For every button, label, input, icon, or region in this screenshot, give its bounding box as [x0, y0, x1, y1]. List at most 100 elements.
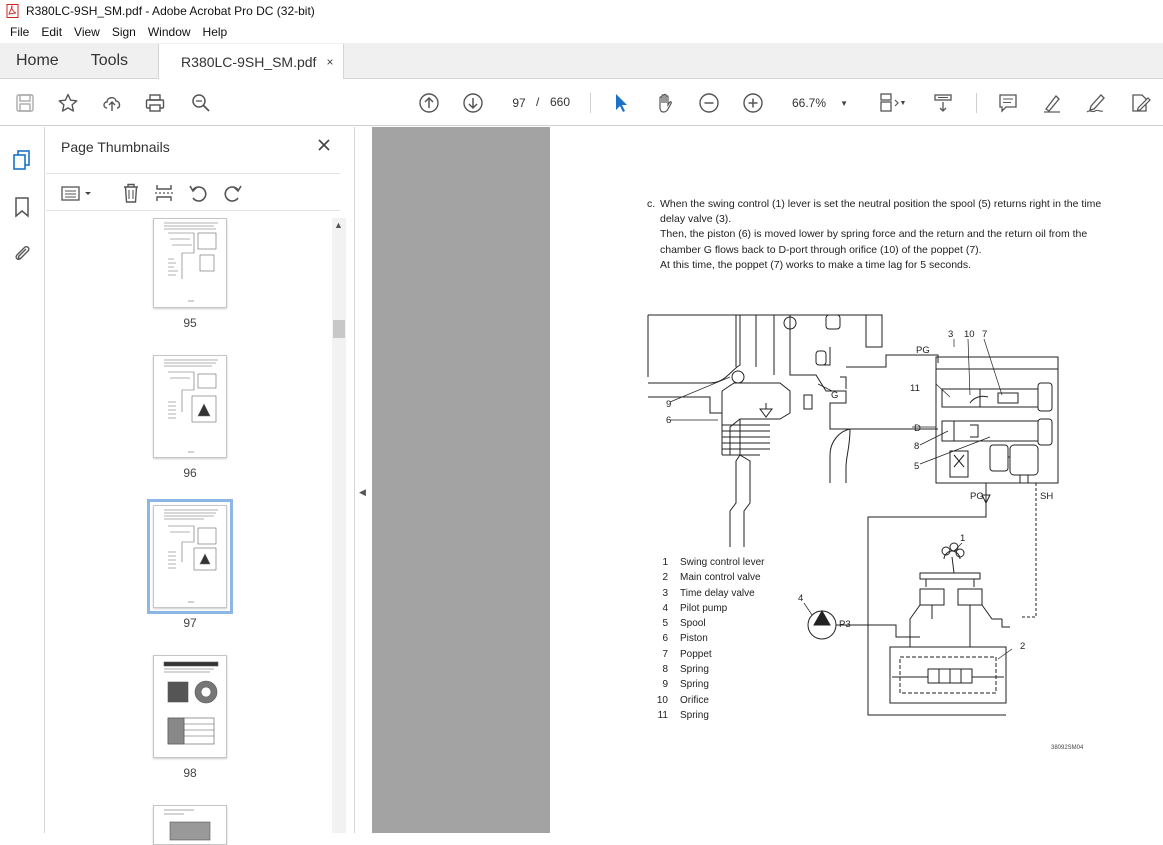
label-d: D: [914, 423, 921, 434]
hand-tool-icon[interactable]: [653, 91, 677, 115]
highlight-pen-icon[interactable]: [1040, 91, 1064, 115]
attachments-icon[interactable]: [11, 242, 33, 264]
paragraph-line: Then, the piston (6) is moved lower by s…: [660, 228, 1088, 240]
menu-sign[interactable]: Sign: [106, 25, 142, 39]
legend-item: 5 Spool: [662, 618, 706, 629]
bookmarks-icon[interactable]: [11, 196, 33, 218]
zoom-level-dropdown[interactable]: 66.7% ▼: [783, 91, 855, 115]
legend-item: 1 Swing control lever: [662, 557, 765, 568]
menu-bar: File Edit View Sign Window Help: [0, 22, 1163, 42]
legend-item: 2 Main control valve: [662, 572, 761, 583]
menu-help[interactable]: Help: [197, 25, 234, 39]
sign-pen-icon[interactable]: [1084, 91, 1108, 115]
fit-page-chevron-icon[interactable]: ▼: [898, 91, 908, 115]
window-title: R380LC-9SH_SM.pdf - Adobe Acrobat Pro DC…: [26, 4, 315, 18]
tab-document-label: R380LC-9SH_SM.pdf: [181, 53, 317, 70]
label-11: 11: [910, 383, 920, 394]
paragraph-line: chamber G flows back to D-port through o…: [660, 244, 982, 256]
rotate-right-icon[interactable]: [222, 182, 244, 204]
next-page-icon[interactable]: [461, 91, 485, 115]
collapse-panel-icon[interactable]: ◀: [359, 487, 366, 498]
label-pg-top: PG: [916, 345, 930, 356]
paragraph-line: When the swing control (1) lever is set …: [660, 198, 1102, 210]
page-thumbnail-98[interactable]: [153, 655, 227, 758]
title-bar: R380LC-9SH_SM.pdf - Adobe Acrobat Pro DC…: [0, 0, 1163, 22]
page-total: 660: [550, 95, 571, 109]
legend-item: 3 Time delay valve: [662, 588, 755, 599]
scroll-up-icon[interactable]: ▲: [334, 220, 343, 230]
panel-title: Page Thumbnails: [61, 139, 170, 155]
close-icon[interactable]: [316, 137, 332, 153]
label-4: 4: [798, 593, 803, 604]
label-p3: P3: [839, 619, 851, 630]
menu-window[interactable]: Window: [142, 25, 197, 39]
paragraph-line: delay valve (3).: [660, 213, 732, 225]
extract-pages-icon[interactable]: [153, 182, 175, 204]
document-viewer[interactable]: c. When the swing control (1) lever is s…: [372, 127, 1163, 833]
tab-tools[interactable]: Tools: [75, 43, 144, 78]
menu-file[interactable]: File: [4, 25, 35, 39]
legend-item: 4 Pilot pump: [662, 603, 728, 614]
thumbnail-label: 96: [183, 466, 197, 480]
page-thumbnails-icon[interactable]: [11, 149, 33, 171]
label-1: 1: [960, 533, 965, 544]
tab-bar: Home Tools R380LC-9SH_SM.pdf ×: [0, 43, 1163, 79]
label-3: 3: [948, 329, 953, 340]
left-navigation-rail: [0, 127, 45, 833]
page-number-input[interactable]: 97: [504, 91, 534, 115]
select-cursor-icon[interactable]: [609, 91, 633, 115]
thumbnail-scrollbar[interactable]: ▲: [332, 218, 346, 833]
save-icon[interactable]: [13, 91, 37, 115]
label-8: 8: [914, 441, 919, 452]
hydraulic-circuit-diagram: PG G D PG SH P3 3 10 7 11 8 5 9 6 1 4 2: [647, 314, 1059, 716]
toolbar-divider: [976, 93, 977, 113]
delete-page-icon[interactable]: [120, 182, 142, 204]
tab-document[interactable]: R380LC-9SH_SM.pdf ×: [158, 44, 345, 79]
figure-code: 38092SM04: [1051, 745, 1084, 751]
thumbnail-label: 95: [183, 316, 197, 330]
scroll-mode-icon[interactable]: [931, 91, 955, 115]
label-pg-bottom: PG: [970, 491, 984, 502]
zoom-search-icon[interactable]: [189, 91, 213, 115]
zoom-level-value: 66.7%: [792, 96, 827, 110]
menu-edit[interactable]: Edit: [35, 25, 68, 39]
page-thumbnail-95[interactable]: [153, 218, 227, 308]
paragraph-marker: c.: [647, 198, 656, 210]
label-10: 10: [964, 329, 975, 340]
page-thumbnail-96[interactable]: [153, 355, 227, 458]
close-tab-icon[interactable]: ×: [326, 55, 333, 69]
label-9: 9: [666, 399, 671, 410]
cloud-upload-icon[interactable]: [100, 91, 124, 115]
toolbar-divider: [590, 93, 591, 113]
chevron-down-icon: ▼: [840, 98, 848, 108]
menu-view[interactable]: View: [68, 25, 106, 39]
zoom-out-icon[interactable]: [697, 91, 721, 115]
pdf-page: c. When the swing control (1) lever is s…: [550, 127, 1163, 833]
page-thumbnail-97[interactable]: [147, 499, 233, 614]
print-icon[interactable]: [143, 91, 167, 115]
label-2: 2: [1020, 641, 1025, 652]
panel-splitter[interactable]: ◀: [354, 127, 371, 833]
bookmark-star-icon[interactable]: [56, 91, 80, 115]
thumbnail-label: 97: [183, 616, 197, 630]
previous-page-icon[interactable]: [417, 91, 441, 115]
zoom-in-icon[interactable]: [741, 91, 765, 115]
legend-item: 8 Spring: [662, 664, 709, 675]
legend-item: 7 Poppet: [662, 649, 712, 660]
label-5: 5: [914, 461, 919, 472]
label-6: 6: [666, 415, 671, 426]
tab-home[interactable]: Home: [0, 43, 75, 78]
comment-icon[interactable]: [996, 91, 1020, 115]
page-thumbnails-panel: Page Thumbnails 95 96 97 98 ▲: [46, 127, 354, 845]
rotate-left-icon[interactable]: [187, 182, 209, 204]
scrollbar-thumb[interactable]: [333, 320, 345, 338]
label-7: 7: [982, 329, 987, 340]
main-toolbar: 97 / 660 66.7% ▼ ▼: [0, 80, 1163, 126]
page-separator: /: [536, 95, 540, 109]
options-menu-icon[interactable]: [60, 182, 94, 204]
legend-item: 9 Spring: [662, 679, 709, 690]
page-thumbnail-99[interactable]: [153, 805, 227, 845]
legend-item: 11 Spring: [657, 710, 709, 721]
thumbnail-label: 98: [183, 766, 197, 780]
edit-document-icon[interactable]: [1128, 91, 1152, 115]
